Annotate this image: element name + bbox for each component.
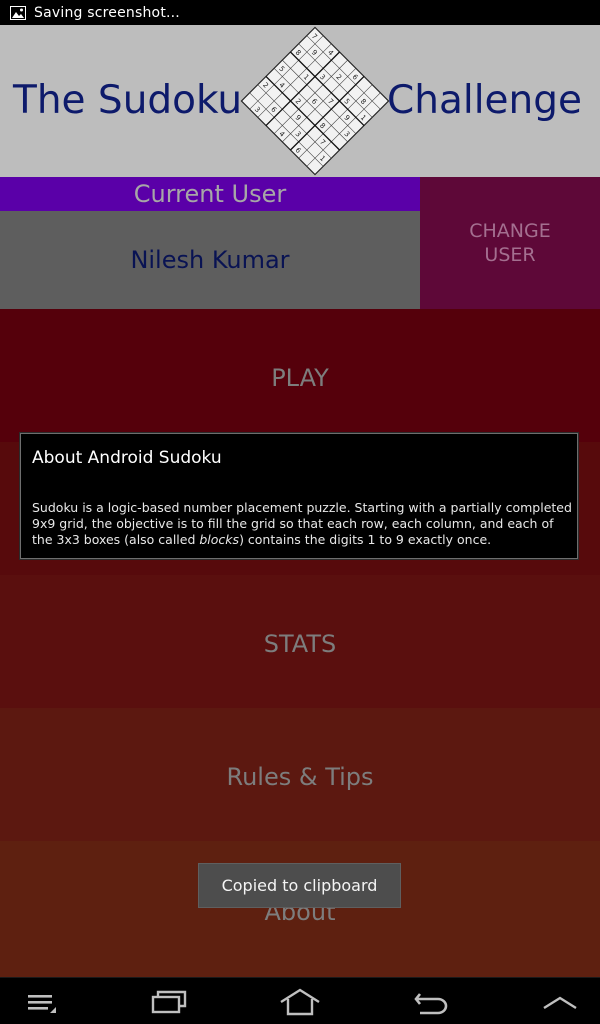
home-icon[interactable] [270,982,330,1022]
rules-tips-label: Rules & Tips [226,763,374,791]
title-right: Challenge [387,78,582,123]
about-button[interactable]: About [0,841,600,977]
change-user-label-line1: CHANGE [469,220,551,242]
navigation-bar [0,977,600,1024]
play-label: PLAY [271,364,329,392]
app-header: The Sudoku 7 4 6 9 2 8 8 3 5 1 1 7 9 5 6… [0,25,600,177]
change-user-button[interactable]: CHANGE USER [420,177,600,309]
toast-message: Copied to clipboard [198,863,401,908]
about-dialog[interactable]: About Android Sudoku Sudoku is a logic-b… [20,433,578,559]
recent-apps-icon[interactable] [140,982,200,1022]
stats-button[interactable]: STATS [0,575,600,708]
user-name: Nilesh Kumar [0,211,420,309]
dialog-body-text-2: ) contains the digits 1 to 9 exactly onc… [239,532,492,547]
image-icon [10,5,26,20]
dialog-body-italic: blocks [199,532,240,547]
menu-icon[interactable] [12,982,72,1022]
up-chevron-icon[interactable] [530,982,590,1022]
change-user-label-line2: USER [484,244,536,266]
back-icon[interactable] [400,982,460,1022]
stats-label: STATS [263,630,337,658]
play-button[interactable]: PLAY [0,309,600,442]
dialog-title: About Android Sudoku [32,448,222,468]
notification-text: Saving screenshot... [34,4,180,21]
dialog-body: Sudoku is a logic-based number placement… [32,500,572,548]
rules-tips-button[interactable]: Rules & Tips [0,708,600,841]
app-screen: Saving screenshot... The Sudoku 7 4 6 9 … [0,0,600,1024]
sudoku-grid-icon: 7 4 6 9 2 8 8 3 5 1 1 7 9 5 6 3 4 2 8 2 … [240,25,390,177]
status-bar: Saving screenshot... [0,0,600,25]
current-user-label: Current User [0,177,420,211]
title-left: The Sudoku [13,78,243,123]
